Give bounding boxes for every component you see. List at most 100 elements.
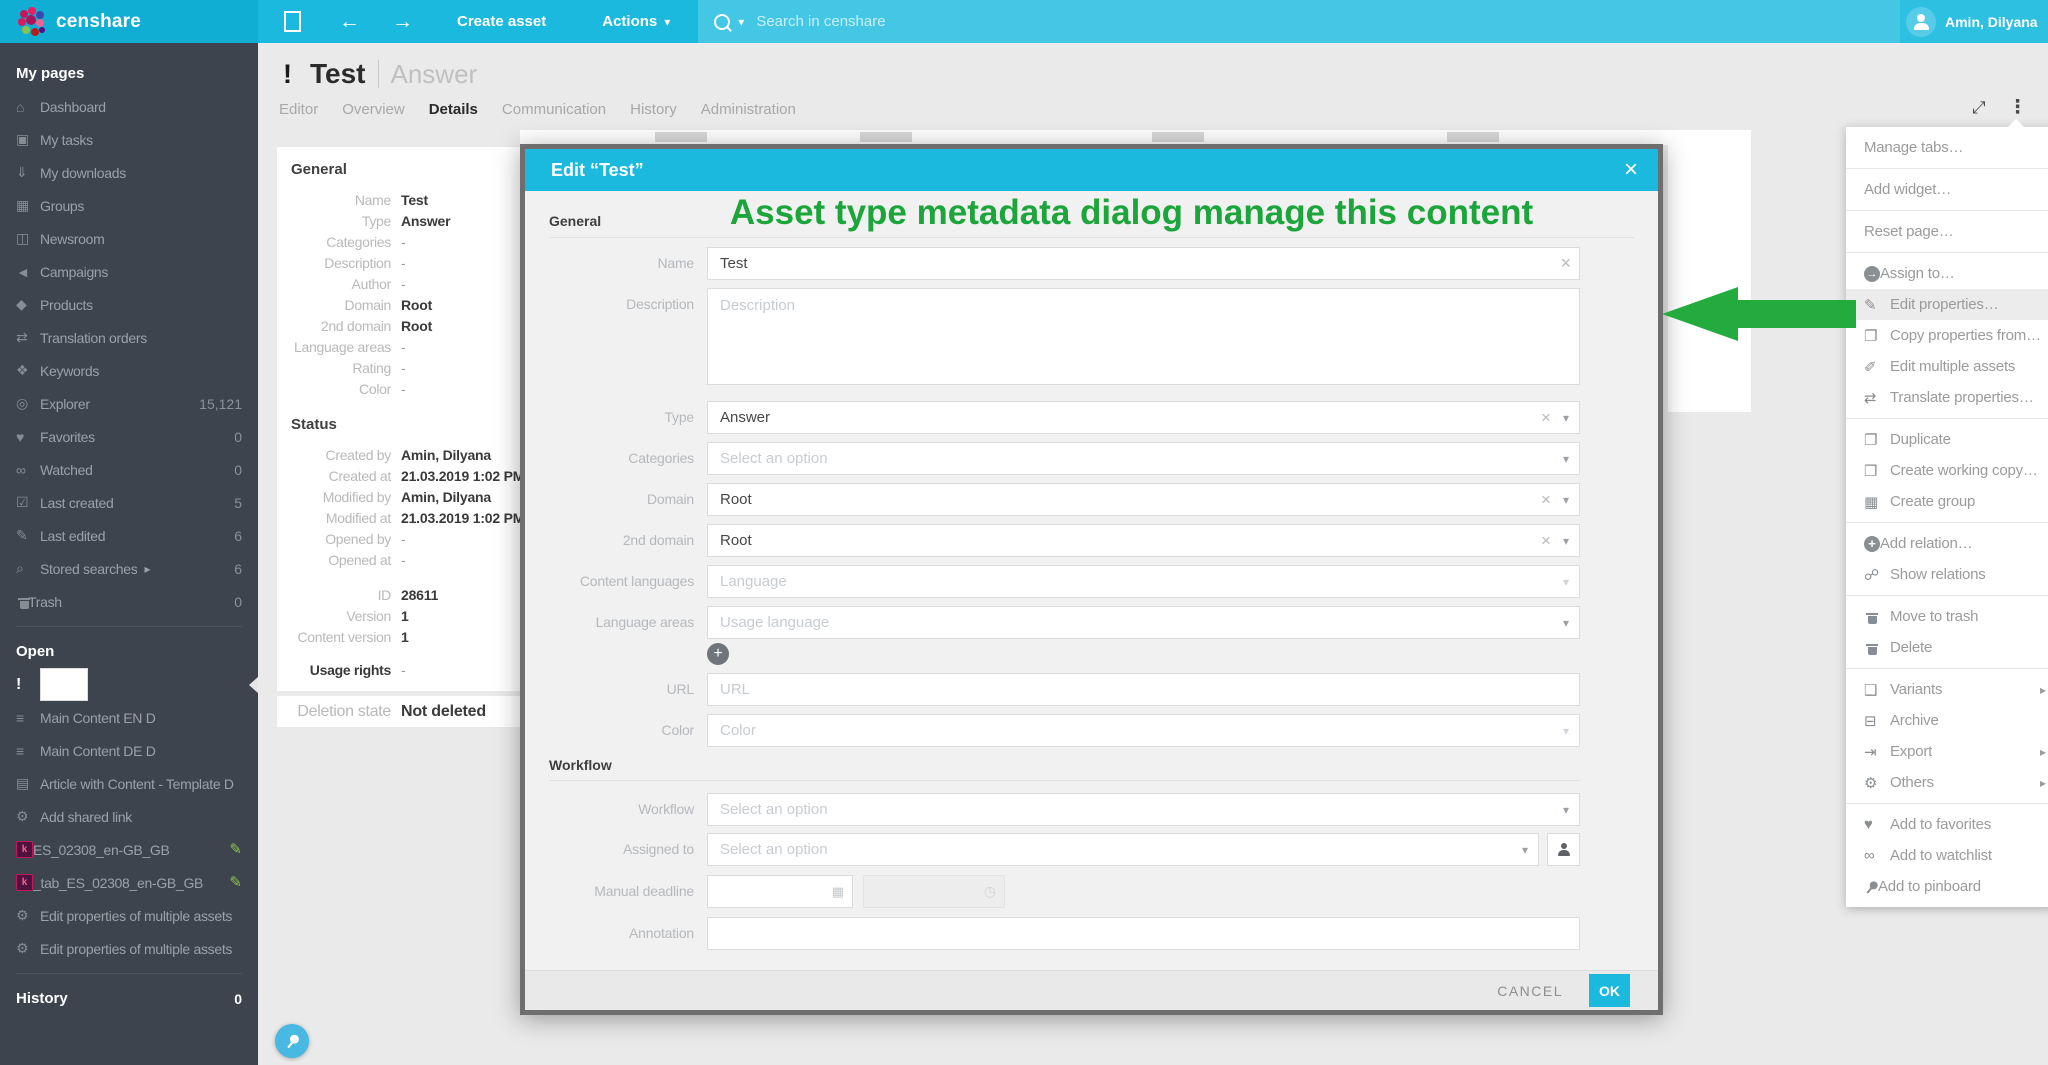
- type-select[interactable]: Answer: [707, 401, 1580, 434]
- detail-row: Content version 1: [291, 627, 520, 648]
- sidebar-item[interactable]: ▦ Groups: [0, 189, 258, 222]
- assign-circle-icon: →: [1864, 266, 1880, 282]
- assigned-to-select[interactable]: Select an option: [707, 833, 1539, 866]
- clear-icon[interactable]: [1560, 247, 1571, 280]
- user-menu[interactable]: Amin, Dilyana: [1900, 0, 2048, 43]
- tab[interactable]: Communication: [502, 101, 606, 118]
- menu-item[interactable]: Reset page…: [1846, 216, 2048, 247]
- sidebar-item[interactable]: ☑ Last created 5: [0, 486, 258, 519]
- menu-item[interactable]: Move to trash: [1846, 601, 2048, 632]
- pick-user-button[interactable]: [1547, 833, 1580, 866]
- sidebar-item[interactable]: ⌕ Stored searches 6: [0, 552, 258, 585]
- pinboard-fab-button[interactable]: [275, 1024, 309, 1058]
- sidebar-item[interactable]: Trash 0: [0, 585, 258, 618]
- cancel-button[interactable]: CANCEL: [1497, 983, 1563, 999]
- sidebar-item[interactable]: ❖ Keywords: [0, 354, 258, 387]
- sidebar-open-item[interactable]: ⚙ Edit properties of multiple assets: [0, 899, 258, 932]
- categories-select[interactable]: Select an option: [707, 442, 1580, 475]
- close-icon[interactable]: [1624, 158, 1638, 182]
- search-input[interactable]: [754, 12, 1178, 31]
- create-asset-button[interactable]: Create asset: [429, 0, 574, 43]
- sidebar-item[interactable]: ♥ Favorites 0: [0, 420, 258, 453]
- sidebar-item[interactable]: ◆ Products: [0, 288, 258, 321]
- sidebar-item[interactable]: ✎ Last edited 6: [0, 519, 258, 552]
- clear-icon[interactable]: [1541, 531, 1551, 551]
- search-icon[interactable]: [714, 14, 730, 30]
- menu-item[interactable]: ✎ Edit properties…: [1846, 289, 2048, 320]
- clear-icon[interactable]: [1541, 490, 1551, 510]
- general-rows: Name Test Type Answer Categories - Descr…: [291, 190, 520, 400]
- sidebar-item[interactable]: ◄ Campaigns: [0, 255, 258, 288]
- window-icon[interactable]: [284, 11, 301, 32]
- back-arrow-icon[interactable]: [323, 10, 376, 34]
- language-areas-select[interactable]: Usage language: [707, 606, 1580, 639]
- menu-item[interactable]: ▦ Create group: [1846, 486, 2048, 517]
- edit-pencil-icon[interactable]: [229, 840, 242, 859]
- tab[interactable]: Administration: [701, 101, 796, 118]
- sidebar-item[interactable]: ∞ Watched 0: [0, 453, 258, 486]
- expand-icon[interactable]: [1972, 98, 1986, 118]
- field-label: Content languages: [549, 565, 707, 598]
- sidebar-item[interactable]: ▣ My tasks: [0, 123, 258, 156]
- sidebar-item[interactable]: ◎ Explorer 15,121: [0, 387, 258, 420]
- menu-item[interactable]: ⇄ Translate properties…: [1846, 382, 2048, 413]
- menu-item[interactable]: ♥ Add to favorites: [1846, 809, 2048, 840]
- clear-icon[interactable]: [1541, 408, 1551, 428]
- menu-item[interactable]: Manage tabs…: [1846, 132, 2048, 163]
- workflow-select[interactable]: Select an option: [707, 793, 1580, 826]
- tab[interactable]: Overview: [342, 101, 405, 118]
- ok-button[interactable]: OK: [1589, 974, 1630, 1007]
- name-input[interactable]: [707, 247, 1580, 280]
- second-domain-select[interactable]: Root: [707, 524, 1580, 557]
- tab[interactable]: Editor: [279, 101, 318, 118]
- menu-item[interactable]: + Add relation…: [1846, 528, 2048, 559]
- menu-item[interactable]: ⊟ Archive: [1846, 705, 2048, 736]
- history-header: History 0: [0, 982, 258, 1015]
- sidebar-open-item[interactable]: k ES_02308_en-GB_GB: [0, 833, 258, 866]
- description-textarea[interactable]: [707, 288, 1580, 385]
- sidebar-open-item[interactable]: ≡ Main Content DE D: [0, 734, 258, 767]
- menu-item[interactable]: ❒ Create working copy…: [1846, 455, 2048, 486]
- annotation-input[interactable]: [707, 917, 1580, 950]
- sidebar-open-item[interactable]: ⚙ Add shared link: [0, 800, 258, 833]
- menu-item[interactable]: ❐ Duplicate: [1846, 424, 2048, 455]
- sidebar-open-item[interactable]: ⚙ Edit properties of multiple assets: [0, 932, 258, 965]
- sidebar-open-item[interactable]: k _tab_ES_02308_en-GB_GB: [0, 866, 258, 899]
- menu-item[interactable]: ∞ Add to watchlist: [1846, 840, 2048, 871]
- tab[interactable]: History: [630, 101, 677, 118]
- menu-item[interactable]: ✐ Edit multiple assets: [1846, 351, 2048, 382]
- menu-item[interactable]: ⚙ Others: [1846, 767, 2048, 798]
- history-label: History: [16, 990, 68, 1007]
- url-input[interactable]: [707, 673, 1580, 706]
- calendar-icon[interactable]: [832, 883, 844, 901]
- sidebar-item[interactable]: ⇄ Translation orders: [0, 321, 258, 354]
- sidebar-open-item[interactable]: ≡ Main Content EN D: [0, 701, 258, 734]
- add-icon[interactable]: [707, 643, 729, 665]
- menu-item[interactable]: ☍ Show relations: [1846, 559, 2048, 590]
- color-select[interactable]: Color: [707, 714, 1580, 747]
- edit-pencil-icon[interactable]: [229, 873, 242, 892]
- content-languages-select[interactable]: Language: [707, 565, 1580, 598]
- deadline-date-field[interactable]: [707, 875, 853, 908]
- actions-menu-button[interactable]: Actions: [574, 0, 698, 44]
- sidebar-item[interactable]: ⌂ Dashboard: [0, 90, 258, 123]
- search-scope-chevron-icon[interactable]: [738, 13, 744, 31]
- menu-item[interactable]: ❑ Variants: [1846, 674, 2048, 705]
- meta-rows: ID 28611 Version 1 Content version 1: [291, 585, 520, 648]
- domain-select[interactable]: Root: [707, 483, 1580, 516]
- sidebar-item[interactable]: ⇓ My downloads: [0, 156, 258, 189]
- sidebar-item[interactable]: ◫ Newsroom: [0, 222, 258, 255]
- menu-item[interactable]: Add widget…: [1846, 174, 2048, 205]
- menu-item[interactable]: Delete: [1846, 632, 2048, 663]
- menu-item[interactable]: Add to pinboard: [1846, 871, 2048, 902]
- forward-arrow-icon[interactable]: [376, 10, 429, 34]
- menu-item[interactable]: → Assign to…: [1846, 258, 2048, 289]
- sidebar-open-item[interactable]: ! Test: [0, 668, 258, 701]
- menu-item[interactable]: ⇥ Export: [1846, 736, 2048, 767]
- sidebar-open-item[interactable]: ▤ Article with Content - Template D: [0, 767, 258, 800]
- deadline-date-input[interactable]: [716, 883, 832, 901]
- brand[interactable]: censhare: [0, 0, 258, 43]
- menu-item[interactable]: ❐ Copy properties from…: [1846, 320, 2048, 351]
- kebab-menu-icon[interactable]: [2008, 96, 2027, 119]
- tab[interactable]: Details: [429, 101, 478, 118]
